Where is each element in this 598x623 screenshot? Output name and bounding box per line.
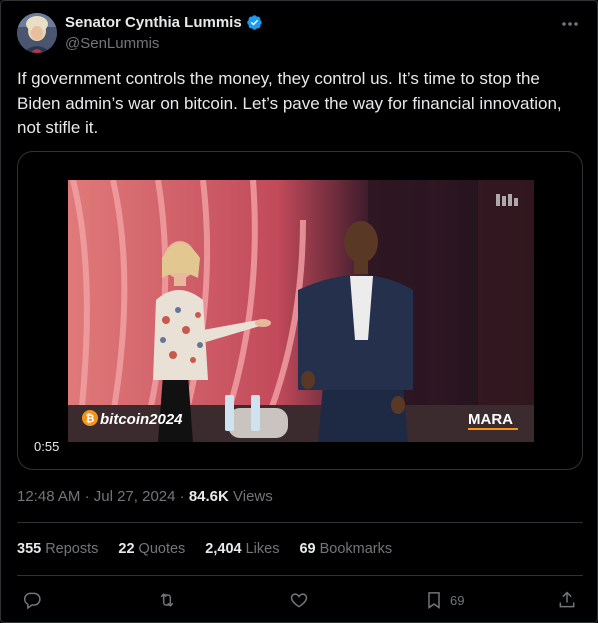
quotes-count: 22 (118, 541, 135, 557)
views-label: Views (233, 488, 273, 505)
bookmarks-count: 69 (299, 541, 316, 557)
bookmark-icon (428, 592, 440, 609)
avatar-image (17, 13, 57, 53)
video-still: ₿ bitcoin2024 MARA (68, 180, 534, 442)
reply-icon (23, 592, 41, 610)
bookmark-button[interactable]: 69 (424, 589, 464, 611)
likes-stat[interactable]: 2,404 Likes (205, 541, 279, 557)
reposts-count: 355 (17, 541, 42, 557)
tweet-date[interactable]: Jul 27, 2024 (94, 488, 176, 505)
video-duration: 0:55 (34, 439, 60, 454)
meta-separator: · (179, 488, 185, 505)
svg-text:₿: ₿ (86, 413, 95, 425)
tweet-card: Senator Cynthia Lummis @SenLummis If gov… (0, 0, 598, 623)
reposts-stat[interactable]: 355 Reposts (17, 541, 98, 557)
verified-badge-icon (246, 14, 263, 31)
bitcoin-logo-icon: ₿ (82, 410, 98, 426)
tweet-meta: 12:48 AM · Jul 27, 2024 · 84.6K Views (17, 488, 273, 505)
more-dots-icon[interactable] (559, 15, 581, 33)
heart-icon (290, 593, 308, 608)
share-icon (559, 591, 575, 608)
video-player[interactable]: ₿ bitcoin2024 MARA 0:55 (17, 151, 583, 470)
likes-count: 2,404 (205, 541, 242, 557)
author-handle[interactable]: @SenLummis (65, 35, 159, 52)
engagement-stats: 355 Reposts 22 Quotes 2,404 Likes 69 Boo… (17, 541, 392, 557)
like-button[interactable] (289, 589, 309, 611)
divider (17, 522, 583, 523)
quotes-stat[interactable]: 22 Quotes (118, 541, 185, 557)
video-frame[interactable]: ₿ bitcoin2024 MARA (68, 180, 534, 442)
quotes-label: Quotes (138, 541, 186, 557)
reply-button[interactable] (22, 589, 42, 611)
author-name-row: Senator Cynthia Lummis (65, 14, 263, 31)
views-count: 84.6K (188, 488, 229, 505)
bookmarks-label: Bookmarks (319, 541, 393, 557)
divider (17, 575, 583, 576)
action-bar: 69 (1, 589, 598, 613)
bookmarks-stat[interactable]: 69 Bookmarks (299, 541, 392, 557)
share-button[interactable] (557, 589, 577, 611)
video-overlay-right: MARA (468, 411, 513, 428)
video-overlay-left: bitcoin2024 (100, 411, 183, 428)
repost-icon (160, 593, 174, 607)
reposts-label: Reposts (45, 541, 99, 557)
author-name[interactable]: Senator Cynthia Lummis (65, 14, 242, 31)
likes-label: Likes (245, 541, 280, 557)
tweet-time[interactable]: 12:48 AM (17, 488, 80, 505)
bookmark-count: 69 (450, 592, 465, 608)
meta-separator: · (84, 488, 90, 505)
avatar[interactable] (17, 13, 57, 53)
tweet-text: If government controls the money, they c… (17, 69, 562, 137)
repost-button[interactable] (157, 589, 177, 611)
